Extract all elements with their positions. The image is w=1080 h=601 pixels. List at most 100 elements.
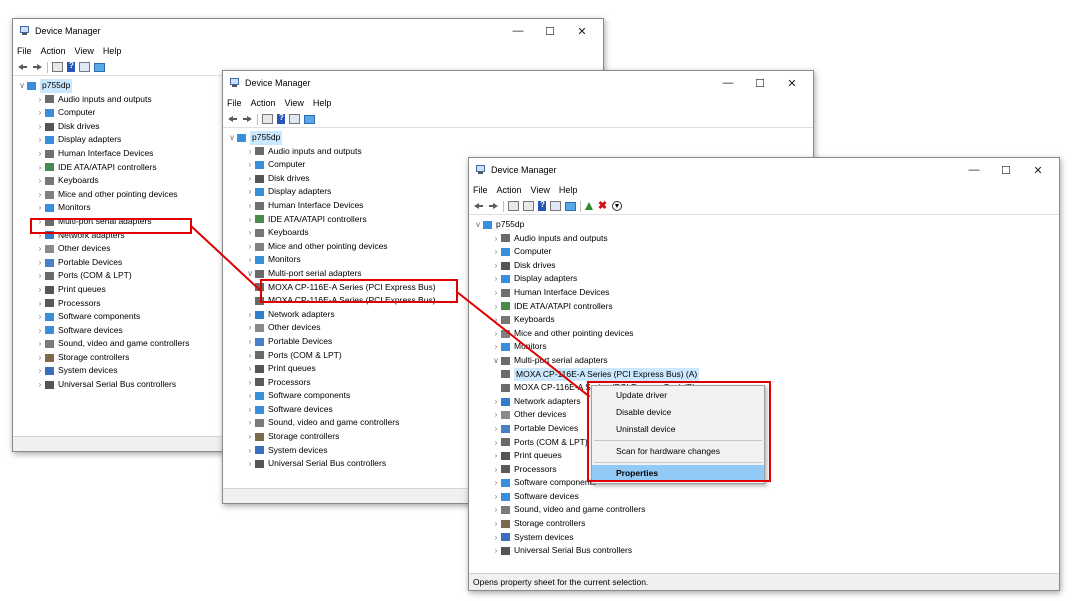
menu-help[interactable]: Help	[313, 98, 332, 108]
tree-item[interactable]: › Monitors	[473, 340, 1059, 354]
chevron-right-icon[interactable]: ›	[35, 351, 45, 365]
chevron-right-icon[interactable]: ›	[245, 172, 255, 186]
menu-file[interactable]: File	[17, 46, 32, 56]
uninstall-device-icon[interactable]: ✖	[597, 201, 608, 212]
chevron-right-icon[interactable]: ›	[35, 297, 45, 311]
chevron-right-icon[interactable]: ›	[245, 457, 255, 471]
menu-action[interactable]: Action	[251, 98, 276, 108]
chevron-right-icon[interactable]: ›	[35, 283, 45, 297]
chevron-right-icon[interactable]: ›	[35, 242, 45, 256]
back-icon[interactable]	[227, 114, 238, 124]
chevron-down-icon[interactable]: ∨	[473, 218, 483, 232]
forward-icon[interactable]	[488, 201, 499, 211]
tree-item[interactable]: › System devices	[473, 531, 1059, 545]
chevron-right-icon[interactable]: ›	[35, 161, 45, 175]
chevron-right-icon[interactable]: ›	[491, 272, 501, 286]
chevron-right-icon[interactable]: ›	[491, 422, 501, 436]
menu-help[interactable]: Help	[559, 185, 578, 195]
chevron-right-icon[interactable]: ›	[491, 436, 501, 450]
tree-item[interactable]: ∨ Multi-port serial adapters	[473, 354, 1059, 368]
chevron-right-icon[interactable]: ›	[491, 286, 501, 300]
chevron-right-icon[interactable]: ›	[245, 308, 255, 322]
chevron-right-icon[interactable]: ›	[245, 158, 255, 172]
back-icon[interactable]	[17, 62, 28, 72]
chevron-right-icon[interactable]: ›	[245, 185, 255, 199]
maximize-button[interactable]: ☐	[991, 158, 1021, 182]
chevron-right-icon[interactable]: ›	[35, 310, 45, 324]
tree-item[interactable]: › Disk drives	[473, 259, 1059, 273]
chevron-right-icon[interactable]: ›	[491, 449, 501, 463]
update-driver-icon[interactable]	[585, 202, 593, 210]
chevron-right-icon[interactable]: ›	[245, 240, 255, 254]
tree-root[interactable]: ∨ p755dp	[473, 218, 1059, 232]
chevron-right-icon[interactable]: ›	[35, 256, 45, 270]
chevron-right-icon[interactable]: ›	[491, 408, 501, 422]
forward-icon[interactable]	[32, 62, 43, 72]
tree-item[interactable]: › Mice and other pointing devices	[473, 327, 1059, 341]
help-icon[interactable]	[67, 61, 75, 72]
chevron-right-icon[interactable]: ›	[245, 145, 255, 159]
tree-item[interactable]: › IDE ATA/ATAPI controllers	[473, 300, 1059, 314]
properties-icon[interactable]	[550, 201, 561, 211]
chevron-right-icon[interactable]: ›	[491, 327, 501, 341]
close-button[interactable]: ✕	[1023, 158, 1053, 182]
chevron-right-icon[interactable]: ›	[491, 463, 501, 477]
menu-file[interactable]: File	[473, 185, 488, 195]
chevron-right-icon[interactable]: ›	[245, 226, 255, 240]
menu-action[interactable]: Action	[41, 46, 66, 56]
tree-item[interactable]: › Sound, video and game controllers	[473, 503, 1059, 517]
close-button[interactable]: ✕	[777, 71, 807, 95]
chevron-right-icon[interactable]: ›	[491, 232, 501, 246]
chevron-right-icon[interactable]: ›	[245, 335, 255, 349]
menu-file[interactable]: File	[227, 98, 242, 108]
forward-icon[interactable]	[242, 114, 253, 124]
menu-help[interactable]: Help	[103, 46, 122, 56]
chevron-right-icon[interactable]: ›	[35, 324, 45, 338]
chevron-right-icon[interactable]: ›	[35, 378, 45, 392]
chevron-right-icon[interactable]: ›	[491, 300, 501, 314]
chevron-right-icon[interactable]: ›	[35, 174, 45, 188]
properties-icon[interactable]	[79, 62, 90, 72]
disable-device-icon[interactable]	[612, 201, 622, 211]
tree-item[interactable]: › Storage controllers	[473, 517, 1059, 531]
chevron-right-icon[interactable]: ›	[491, 544, 501, 558]
chevron-right-icon[interactable]: ›	[491, 340, 501, 354]
chevron-right-icon[interactable]: ›	[491, 259, 501, 273]
chevron-right-icon[interactable]: ›	[35, 133, 45, 147]
close-button[interactable]: ✕	[567, 19, 597, 43]
chevron-right-icon[interactable]: ›	[245, 444, 255, 458]
back-icon[interactable]	[473, 201, 484, 211]
chevron-right-icon[interactable]: ›	[491, 490, 501, 504]
chevron-right-icon[interactable]: ›	[35, 93, 45, 107]
tree-item[interactable]: › Audio inputs and outputs	[473, 232, 1059, 246]
tree-item[interactable]: › Human Interface Devices	[473, 286, 1059, 300]
show-hide-console-tree-icon[interactable]	[52, 62, 63, 72]
chevron-right-icon[interactable]: ›	[245, 389, 255, 403]
chevron-right-icon[interactable]: ›	[245, 349, 255, 363]
chevron-down-icon[interactable]: ∨	[227, 131, 237, 145]
help-icon[interactable]	[538, 200, 546, 211]
properties-icon[interactable]	[289, 114, 300, 124]
chevron-right-icon[interactable]: ›	[35, 269, 45, 283]
help-icon[interactable]	[277, 113, 285, 124]
maximize-button[interactable]: ☐	[535, 19, 565, 43]
chevron-right-icon[interactable]: ›	[35, 120, 45, 134]
scan-hardware-icon[interactable]	[565, 201, 576, 211]
show-hide-console-tree-icon[interactable]	[262, 114, 273, 124]
chevron-down-icon[interactable]: ∨	[17, 79, 27, 93]
minimize-button[interactable]: —	[503, 19, 533, 43]
chevron-right-icon[interactable]: ›	[245, 403, 255, 417]
chevron-right-icon[interactable]: ›	[35, 106, 45, 120]
chevron-right-icon[interactable]: ›	[35, 201, 45, 215]
scan-hardware-icon[interactable]	[304, 114, 315, 124]
chevron-right-icon[interactable]: ›	[35, 188, 45, 202]
action-pane-icon[interactable]	[523, 201, 534, 211]
show-hide-console-tree-icon[interactable]	[508, 201, 519, 211]
tree-item[interactable]: › Universal Serial Bus controllers	[473, 544, 1059, 558]
chevron-right-icon[interactable]: ›	[245, 321, 255, 335]
menu-view[interactable]: View	[531, 185, 550, 195]
chevron-right-icon[interactable]: ›	[491, 395, 501, 409]
chevron-right-icon[interactable]: ›	[245, 430, 255, 444]
chevron-right-icon[interactable]: ›	[35, 337, 45, 351]
chevron-down-icon[interactable]: ∨	[491, 354, 501, 368]
